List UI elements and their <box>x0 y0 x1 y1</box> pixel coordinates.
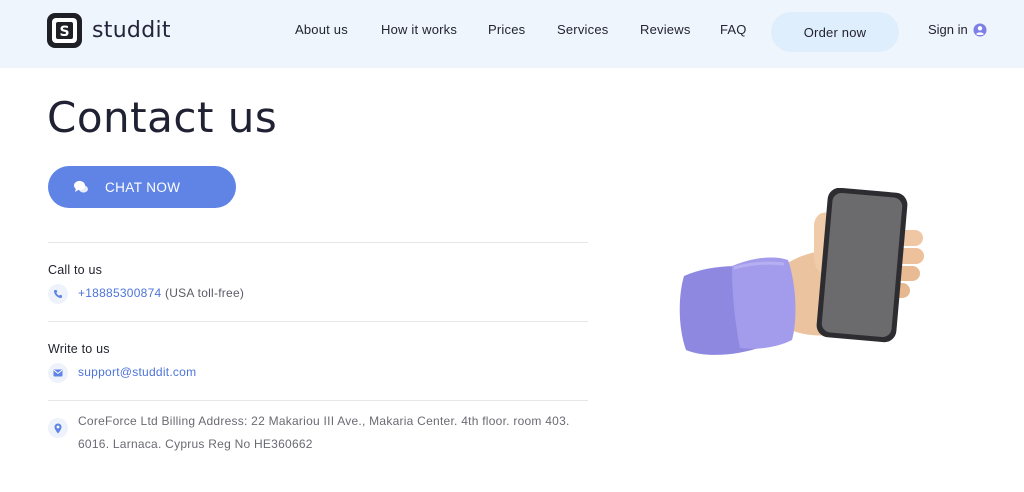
phone-row: +18885300874 (USA toll-free) <box>48 282 244 305</box>
nav-prices[interactable]: Prices <box>488 22 525 37</box>
phone-text: +18885300874 (USA toll-free) <box>78 282 244 305</box>
divider <box>48 400 588 401</box>
phone-link[interactable]: +18885300874 <box>78 286 161 300</box>
call-section-title: Call to us <box>48 263 103 277</box>
email-link[interactable]: support@studdit.com <box>78 365 196 379</box>
sign-in-label: Sign in <box>928 22 968 37</box>
user-circle-icon <box>973 23 987 36</box>
divider <box>48 242 588 243</box>
brand-name: studdit <box>92 18 171 43</box>
write-section-title: Write to us <box>48 342 110 356</box>
email-text: support@studdit.com <box>78 361 196 384</box>
email-row: support@studdit.com <box>48 361 196 384</box>
address-line-1: CoreForce Ltd Billing Address: 22 Makari… <box>78 414 570 428</box>
divider <box>48 321 588 322</box>
phone-note: (USA toll-free) <box>165 286 245 300</box>
chat-bubbles-icon <box>74 180 88 193</box>
nav-about-us[interactable]: About us <box>295 22 348 37</box>
sign-in-link[interactable]: Sign in <box>928 22 987 37</box>
brand-logo[interactable]: S studdit <box>47 13 171 48</box>
phone-icon <box>48 284 68 304</box>
address-row: CoreForce Ltd Billing Address: 22 Makari… <box>48 410 593 456</box>
order-now-button[interactable]: Order now <box>771 12 899 52</box>
chat-now-label: CHAT NOW <box>105 179 181 195</box>
envelope-icon <box>48 363 68 383</box>
chat-now-button[interactable]: CHAT NOW <box>48 166 236 208</box>
nav-services[interactable]: Services <box>557 22 608 37</box>
nav-reviews[interactable]: Reviews <box>640 22 691 37</box>
nav-faq[interactable]: FAQ <box>720 22 747 37</box>
logo-letter: S <box>59 24 69 40</box>
address-line-2: 6016. Larnaca. Cyprus Reg No HE360662 <box>78 437 313 451</box>
address-text: CoreForce Ltd Billing Address: 22 Makari… <box>78 410 593 456</box>
hand-holding-phone-illustration <box>679 188 924 355</box>
nav-how-it-works[interactable]: How it works <box>381 22 457 37</box>
studdit-logo-icon: S <box>47 13 82 48</box>
page-title: Contact us <box>47 93 278 142</box>
site-header: S studdit About us How it works Prices S… <box>0 0 1024 68</box>
map-pin-icon <box>48 418 68 438</box>
